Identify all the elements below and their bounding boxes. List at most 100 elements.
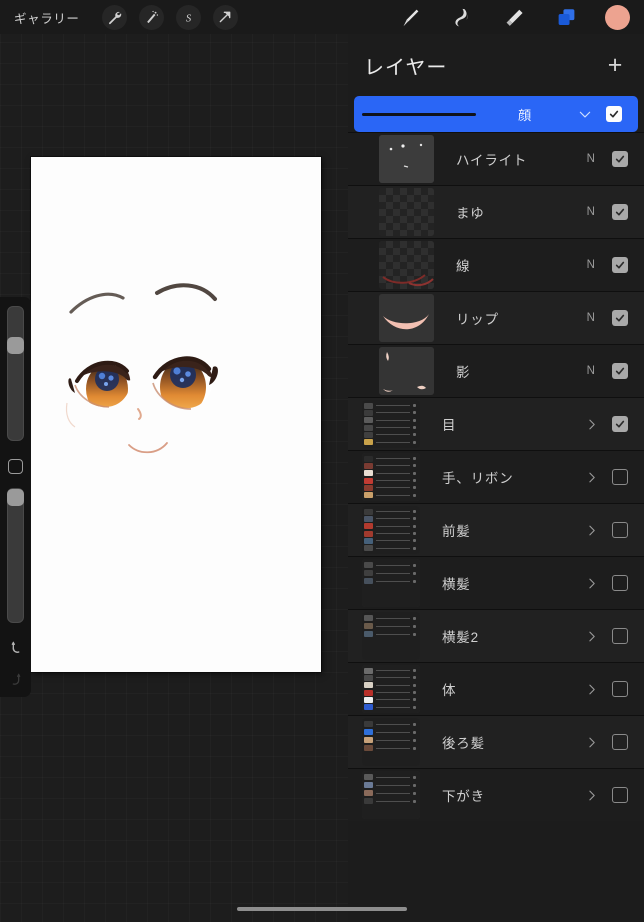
layer-thumbnail[interactable]	[362, 612, 420, 660]
layer-row[interactable]: 体	[348, 662, 644, 715]
layer-thumbnail[interactable]	[362, 453, 420, 501]
layer-visibility-checkbox[interactable]	[612, 575, 628, 591]
procreate-canvas-screen: ギャラリー S レイヤー + 顔 ハイライト N まゆ N 線 N リップ N …	[0, 0, 644, 922]
layer-name: リップ	[456, 312, 499, 327]
drawing-canvas[interactable]	[31, 157, 321, 672]
toolbar-right-group	[397, 4, 644, 30]
eraser-icon[interactable]	[501, 4, 527, 30]
layer-name: 影	[456, 365, 471, 380]
layer-name: 顔	[518, 107, 532, 123]
layer-name: ハイライト	[456, 153, 528, 168]
layer-blend-mode[interactable]: N	[580, 153, 602, 165]
layer-row[interactable]: 下がき	[348, 768, 644, 821]
layer-thumbnail[interactable]	[362, 771, 420, 819]
layer-visibility-checkbox[interactable]	[612, 151, 628, 167]
layer-visibility-checkbox[interactable]	[612, 416, 628, 432]
chevron-right-icon[interactable]	[580, 789, 602, 802]
layer-name: 線	[456, 259, 471, 274]
modify-button[interactable]	[8, 459, 23, 474]
layer-row[interactable]: ハイライト N	[348, 132, 644, 185]
svg-text:S: S	[185, 13, 191, 24]
layer-name: 前髪	[442, 524, 471, 539]
layer-visibility-checkbox[interactable]	[612, 787, 628, 803]
layer-visibility-checkbox[interactable]	[612, 681, 628, 697]
redo-button[interactable]	[5, 669, 27, 691]
layer-thumbnail[interactable]	[379, 188, 434, 236]
layer-blend-mode[interactable]: N	[580, 259, 602, 271]
brush-size-knob[interactable]	[7, 337, 24, 354]
layer-thumbnail[interactable]	[362, 559, 420, 607]
brush-icon[interactable]	[397, 4, 423, 30]
top-toolbar: ギャラリー S	[0, 0, 644, 34]
layer-visibility-checkbox[interactable]	[612, 310, 628, 326]
layer-row[interactable]: 線N	[348, 238, 644, 291]
layer-visibility-checkbox[interactable]	[612, 257, 628, 273]
layer-thumbnail[interactable]	[379, 241, 434, 289]
transform-icon[interactable]	[212, 4, 238, 30]
layer-thumbnail[interactable]	[379, 294, 434, 342]
layer-thumbnail[interactable]	[379, 135, 434, 183]
layer-row[interactable]: リップ N	[348, 291, 644, 344]
layer-thumbnail[interactable]	[379, 347, 434, 395]
layer-visibility-checkbox[interactable]	[612, 628, 628, 644]
layer-thumbnail[interactable]	[362, 718, 420, 766]
layer-visibility-checkbox[interactable]	[612, 363, 628, 379]
layer-name: 横髪	[442, 577, 471, 592]
chevron-right-icon[interactable]	[580, 577, 602, 590]
layer-name: 手、リボン	[442, 471, 514, 486]
layer-row[interactable]: 目	[348, 397, 644, 450]
layer-thumbnail[interactable]	[362, 506, 420, 554]
layer-name: 下がき	[442, 789, 485, 804]
add-layer-button[interactable]: +	[604, 52, 626, 78]
layer-row[interactable]: 顔	[354, 96, 638, 132]
selection-icon[interactable]: S	[175, 4, 201, 30]
undo-button[interactable]	[5, 637, 27, 659]
layer-visibility-checkbox[interactable]	[612, 522, 628, 538]
layer-row[interactable]: 横髪2	[348, 609, 644, 662]
layer-name: 目	[442, 418, 457, 433]
layer-visibility-checkbox[interactable]	[612, 734, 628, 750]
layer-row[interactable]: 前髪	[348, 503, 644, 556]
layer-blend-mode[interactable]: N	[580, 206, 602, 218]
selected-layer-bar	[362, 112, 476, 116]
layer-list: 顔ハイライト N まゆ N 線 N リップ N 影 N 目手、リボン 前髪 横髪 横髪2 体後ろ髪 下がき	[348, 96, 644, 821]
layers-panel: レイヤー + 顔ハイライト N まゆ N 線 N リップ N 影 N 目手、リボン 前髪 横髪 横髪2 体後…	[348, 34, 644, 922]
layer-row[interactable]: 後ろ髪	[348, 715, 644, 768]
color-swatch[interactable]	[605, 4, 630, 30]
layer-name: 横髪2	[442, 630, 479, 645]
layer-name: まゆ	[456, 206, 485, 221]
layer-blend-mode[interactable]: N	[580, 312, 602, 324]
layer-row[interactable]: 横髪	[348, 556, 644, 609]
smudge-icon[interactable]	[449, 4, 475, 30]
toolbar-left-group: ギャラリー S	[0, 4, 238, 30]
brush-controls-sidebar	[0, 297, 31, 697]
layers-panel-title: レイヤー	[364, 56, 448, 79]
layer-name: 体	[442, 683, 457, 698]
wrench-icon[interactable]	[101, 4, 127, 30]
layer-visibility-checkbox[interactable]	[606, 106, 622, 122]
layer-visibility-checkbox[interactable]	[612, 204, 628, 220]
layer-row[interactable]: まゆ N	[348, 185, 644, 238]
chevron-right-icon[interactable]	[580, 736, 602, 749]
face-artwork	[65, 283, 218, 454]
layers-panel-header: レイヤー +	[348, 34, 644, 96]
layer-thumbnail[interactable]	[362, 400, 420, 448]
home-indicator	[237, 907, 407, 911]
chevron-right-icon[interactable]	[580, 418, 602, 431]
layers-icon[interactable]	[553, 4, 579, 30]
chevron-right-icon[interactable]	[580, 630, 602, 643]
gallery-button[interactable]: ギャラリー	[14, 8, 80, 27]
layer-row[interactable]: 影N	[348, 344, 644, 397]
layer-row[interactable]: 手、リボン	[348, 450, 644, 503]
brush-size-slider[interactable]	[7, 306, 24, 441]
chevron-right-icon[interactable]	[580, 683, 602, 696]
brush-opacity-slider[interactable]	[7, 488, 24, 623]
layer-visibility-checkbox[interactable]	[612, 469, 628, 485]
chevron-right-icon[interactable]	[580, 471, 602, 484]
layer-blend-mode[interactable]: N	[580, 365, 602, 377]
chevron-right-icon[interactable]	[580, 524, 602, 537]
layer-thumbnail[interactable]	[362, 665, 420, 713]
adjustments-icon[interactable]	[138, 4, 164, 30]
brush-opacity-knob[interactable]	[7, 489, 24, 506]
chevron-down-icon[interactable]	[574, 107, 596, 121]
